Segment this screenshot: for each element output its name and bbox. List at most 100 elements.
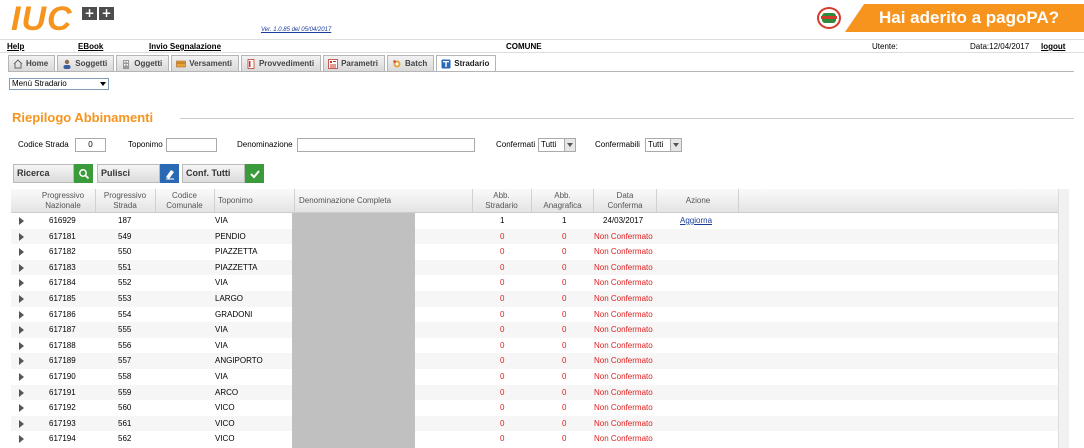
col-denominazione-completa[interactable]: Denominazione Completa	[299, 196, 391, 206]
expand-row-icon[interactable]	[19, 263, 24, 272]
logo-plus-boxes: + +	[82, 7, 114, 20]
person-icon	[63, 59, 71, 69]
progressivo-strada-cell: 562	[118, 434, 132, 444]
toponimo-cell: PIAZZETTA	[215, 247, 258, 257]
menu-select-value: Menù Stradario	[12, 79, 67, 88]
table-row[interactable]: 617189 557 ANGIPORTO 0 0 Non Confermato	[11, 353, 1068, 369]
table-row[interactable]: 617181 549 PENDIO 0 0 Non Confermato	[11, 228, 1068, 245]
progressivo-strada-cell: 557	[118, 356, 132, 366]
tab-parametri[interactable]: Parametri	[323, 55, 385, 71]
data-conferma-cell: Non Confermato	[594, 294, 653, 303]
ricerca-button[interactable]: Ricerca	[13, 164, 93, 183]
version-link[interactable]: Ver. 1.0.85 del 05/04/2017	[261, 27, 331, 33]
expand-row-icon[interactable]	[19, 435, 24, 444]
comune-label: COMUNE	[506, 42, 542, 51]
abb-stradario-cell: 0	[500, 372, 505, 381]
toponimo-input[interactable]	[166, 138, 217, 152]
table-row[interactable]: 617185 553 LARGO 0 0 Non Confermato	[11, 291, 1068, 307]
eraser-icon	[160, 164, 179, 183]
col-azione[interactable]: Azione	[659, 196, 737, 206]
help-link[interactable]: Help	[7, 42, 24, 51]
progressivo-strada-cell: 558	[118, 372, 132, 381]
tab-home[interactable]: Home	[8, 55, 56, 71]
confermati-select[interactable]: Tutti	[538, 138, 576, 152]
expand-row-icon[interactable]	[19, 279, 24, 288]
expand-row-icon[interactable]	[19, 248, 24, 257]
tab-oggetti[interactable]: Oggetti	[116, 55, 170, 71]
expand-row-icon[interactable]	[19, 373, 24, 381]
col-progressivo-strada[interactable]: Progressivo Strada	[97, 191, 153, 211]
codice-strada-input[interactable]: 0	[75, 138, 106, 152]
pulisci-button[interactable]: Pulisci	[97, 164, 179, 183]
abb-stradario-cell: 0	[500, 309, 505, 319]
header-separator	[472, 189, 473, 213]
expand-row-icon[interactable]	[19, 232, 24, 241]
parameters-icon	[328, 58, 338, 69]
abb-stradario-cell: 0	[500, 231, 505, 241]
app-logo: IUC	[11, 0, 73, 38]
table-row[interactable]: 617186 554 GRADONI 0 0 Non Confermato	[11, 307, 1068, 323]
data-conferma-cell: Non Confermato	[594, 418, 653, 428]
pagopa-banner[interactable]: Hai aderito a pagoPA?	[845, 4, 1084, 32]
table-row[interactable]: 617182 550 PIAZZETTA 0 0 Non Confermato	[11, 244, 1068, 260]
tab-stradario[interactable]: Stradario	[436, 55, 497, 71]
col-progressivo-nazionale[interactable]: Progressivo Nazionale	[33, 191, 93, 211]
tab-label: Provvedimenti	[258, 59, 315, 68]
progressivo-strada-cell: 559	[118, 387, 132, 397]
progressivo-strada-cell: 553	[118, 294, 132, 303]
tab-soggetti[interactable]: Soggetti	[57, 55, 115, 71]
progressivo-nazionale-cell: 617187	[49, 325, 76, 335]
header-separator	[95, 189, 96, 213]
batch-icon	[393, 59, 401, 67]
progressivo-strada-cell: 556	[118, 340, 132, 350]
invio-segnalazione-link[interactable]: Invio Segnalazione	[149, 42, 221, 51]
confermabili-select[interactable]: Tutti	[645, 138, 682, 152]
col-data-conferma[interactable]: Data Conferma	[595, 191, 655, 211]
denominazione-input[interactable]	[297, 138, 475, 152]
table-row[interactable]: 617193 561 VICO 0 0 Non Confermato	[11, 415, 1068, 432]
ebook-link[interactable]: EBook	[78, 42, 103, 51]
col-abb-anagrafica[interactable]: Abb. Anagrafica	[533, 191, 592, 211]
vertical-scrollbar[interactable]	[1058, 189, 1069, 448]
date-label: Data:12/04/2017	[970, 42, 1030, 51]
col-codice-comunale[interactable]: Codice Comunale	[157, 191, 212, 211]
expand-row-icon[interactable]	[19, 388, 24, 397]
data-conferma-cell: Non Confermato	[594, 278, 653, 288]
expand-row-icon[interactable]	[19, 357, 24, 366]
expand-row-icon[interactable]	[19, 310, 24, 319]
logout-link[interactable]: logout	[1041, 42, 1065, 51]
table-row[interactable]: 617183 551 PIAZZETTA 0 0 Non Confermato	[11, 259, 1068, 276]
header-separator	[593, 189, 594, 213]
table-row[interactable]: 617194 562 VICO 0 0 Non Confermato	[11, 431, 1068, 447]
table-row[interactable]: 617187 555 VIA 0 0 Non Confermato	[11, 322, 1068, 338]
abb-anagrafica-cell: 0	[562, 262, 567, 272]
expand-row-icon[interactable]	[19, 326, 24, 335]
tab-batch[interactable]: Batch	[387, 55, 435, 71]
table-row[interactable]: 617192 560 VICO 0 0 Non Confermato	[11, 400, 1068, 416]
expand-row-icon[interactable]	[19, 341, 24, 350]
col-abb-stradario[interactable]: Abb. Stradario	[474, 191, 529, 211]
progressivo-nazionale-cell: 617181	[49, 231, 76, 241]
tab-versamenti[interactable]: Versamenti	[171, 55, 239, 71]
table-row[interactable]: 617188 556 VIA 0 0 Non Confermato	[11, 338, 1068, 354]
header-separator	[214, 189, 215, 213]
expand-row-icon[interactable]	[19, 404, 24, 413]
progressivo-nazionale-cell: 617190	[49, 372, 76, 381]
expand-row-icon[interactable]	[19, 295, 24, 303]
col-toponimo[interactable]: Toponimo	[218, 196, 253, 206]
table-row[interactable]: 617184 552 VIA 0 0 Non Confermato	[11, 275, 1068, 291]
aggiorna-link[interactable]: Aggiorna	[680, 216, 712, 225]
menu-stradario-select[interactable]: Menù Stradario	[9, 78, 109, 90]
header-line: Progressivo	[41, 191, 85, 200]
tab-provvedimenti[interactable]: Provvedimenti	[240, 55, 322, 71]
progressivo-strada-cell: 560	[118, 403, 132, 413]
data-conferma-cell: Non Confermato	[594, 325, 653, 335]
conf-tutti-button[interactable]: Conf. Tutti	[182, 164, 264, 183]
table-row[interactable]: 616929 187 VIA 1 1 24/03/2017 Aggiorna	[11, 213, 1068, 229]
progressivo-strada-cell: 554	[118, 309, 132, 319]
chevron-down-icon	[564, 139, 575, 151]
expand-row-icon[interactable]	[19, 419, 24, 428]
expand-row-icon[interactable]	[19, 217, 24, 225]
table-row[interactable]: 617191 559 ARCO 0 0 Non Confermato	[11, 384, 1068, 401]
table-row[interactable]: 617190 558 VIA 0 0 Non Confermato	[11, 369, 1068, 385]
